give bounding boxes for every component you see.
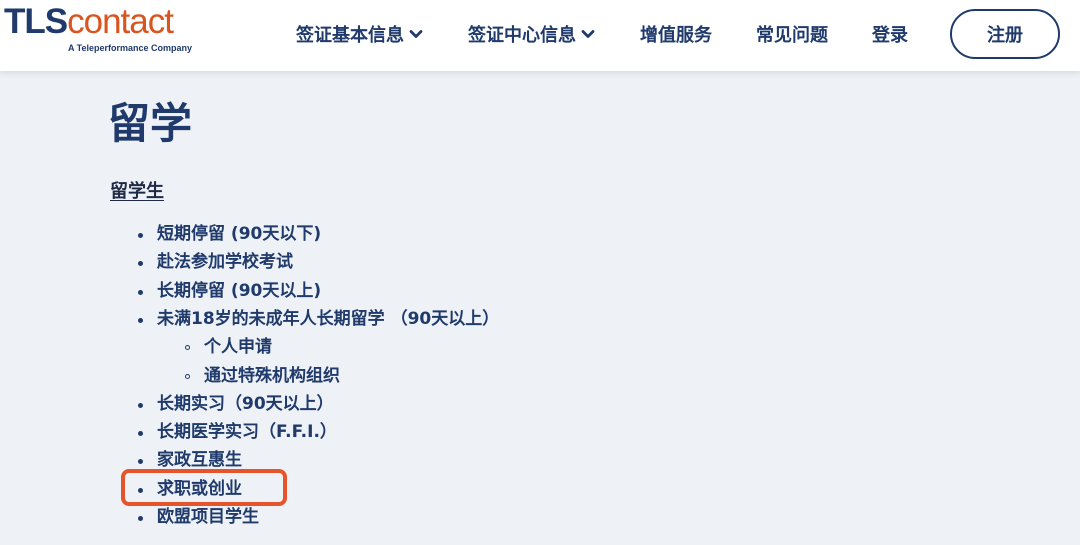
logo-wordmark: TLScontact <box>4 2 174 42</box>
nav-label: 常见问题 <box>756 25 828 46</box>
logo-tls-text: TLS <box>4 2 68 41</box>
bullet-icon <box>138 261 143 266</box>
logo-tagline: A Teleperformance Company <box>68 43 193 53</box>
site-header: TLScontact A Teleperformance Company 签证基… <box>0 0 1080 71</box>
bullet-icon <box>138 403 143 408</box>
nav-label: 签证中心信息 <box>468 25 576 46</box>
chevron-down-icon <box>409 30 423 38</box>
nav-visa-center-info[interactable]: 签证中心信息 <box>468 22 595 46</box>
list-item-school-exam[interactable]: 赴法参加学校考试 <box>157 250 293 274</box>
nav-label: 签证基本信息 <box>296 25 404 46</box>
nav-faq[interactable]: 常见问题 <box>756 22 828 46</box>
highlight-annotation-box <box>121 469 287 506</box>
bullet-icon <box>138 459 143 464</box>
list-item-short-stay[interactable]: 短期停留 (90天以下) <box>157 222 321 246</box>
bullet-icon <box>138 431 143 436</box>
chevron-down-icon <box>581 30 595 38</box>
circle-bullet-icon <box>185 374 190 379</box>
nav-login[interactable]: 登录 <box>872 22 908 46</box>
nav-visa-basic-info[interactable]: 签证基本信息 <box>296 22 423 46</box>
list-item-long-stay[interactable]: 长期停留 (90天以上) <box>157 279 321 303</box>
register-button[interactable]: 注册 <box>950 9 1060 59</box>
nav-label: 增值服务 <box>640 25 712 46</box>
list-item-minor-long-study[interactable]: 未满18岁的未成年人长期留学 （90天以上） <box>157 307 499 331</box>
list-item-medical-internship[interactable]: 长期医学实习（F.F.I.） <box>157 420 337 444</box>
tlscontact-logo[interactable]: TLScontact A Teleperformance Company <box>4 2 194 57</box>
list-item-special-organization[interactable]: 通过特殊机构组织 <box>204 364 340 388</box>
bullet-icon <box>138 318 143 323</box>
nav-label: 登录 <box>872 25 908 46</box>
list-item-eu-program-student[interactable]: 欧盟项目学生 <box>157 505 259 529</box>
bullet-icon <box>138 516 143 521</box>
circle-bullet-icon <box>185 345 190 350</box>
page-title: 留学 <box>108 99 193 148</box>
logo-contact-text: contact <box>67 2 174 41</box>
bullet-icon <box>138 233 143 238</box>
list-item-individual-application[interactable]: 个人申请 <box>204 335 272 359</box>
list-item-long-internship[interactable]: 长期实习（90天以上） <box>157 392 334 416</box>
bullet-icon <box>138 290 143 295</box>
nav-value-added-services[interactable]: 增值服务 <box>640 22 712 46</box>
section-heading-students[interactable]: 留学生 <box>110 180 164 204</box>
